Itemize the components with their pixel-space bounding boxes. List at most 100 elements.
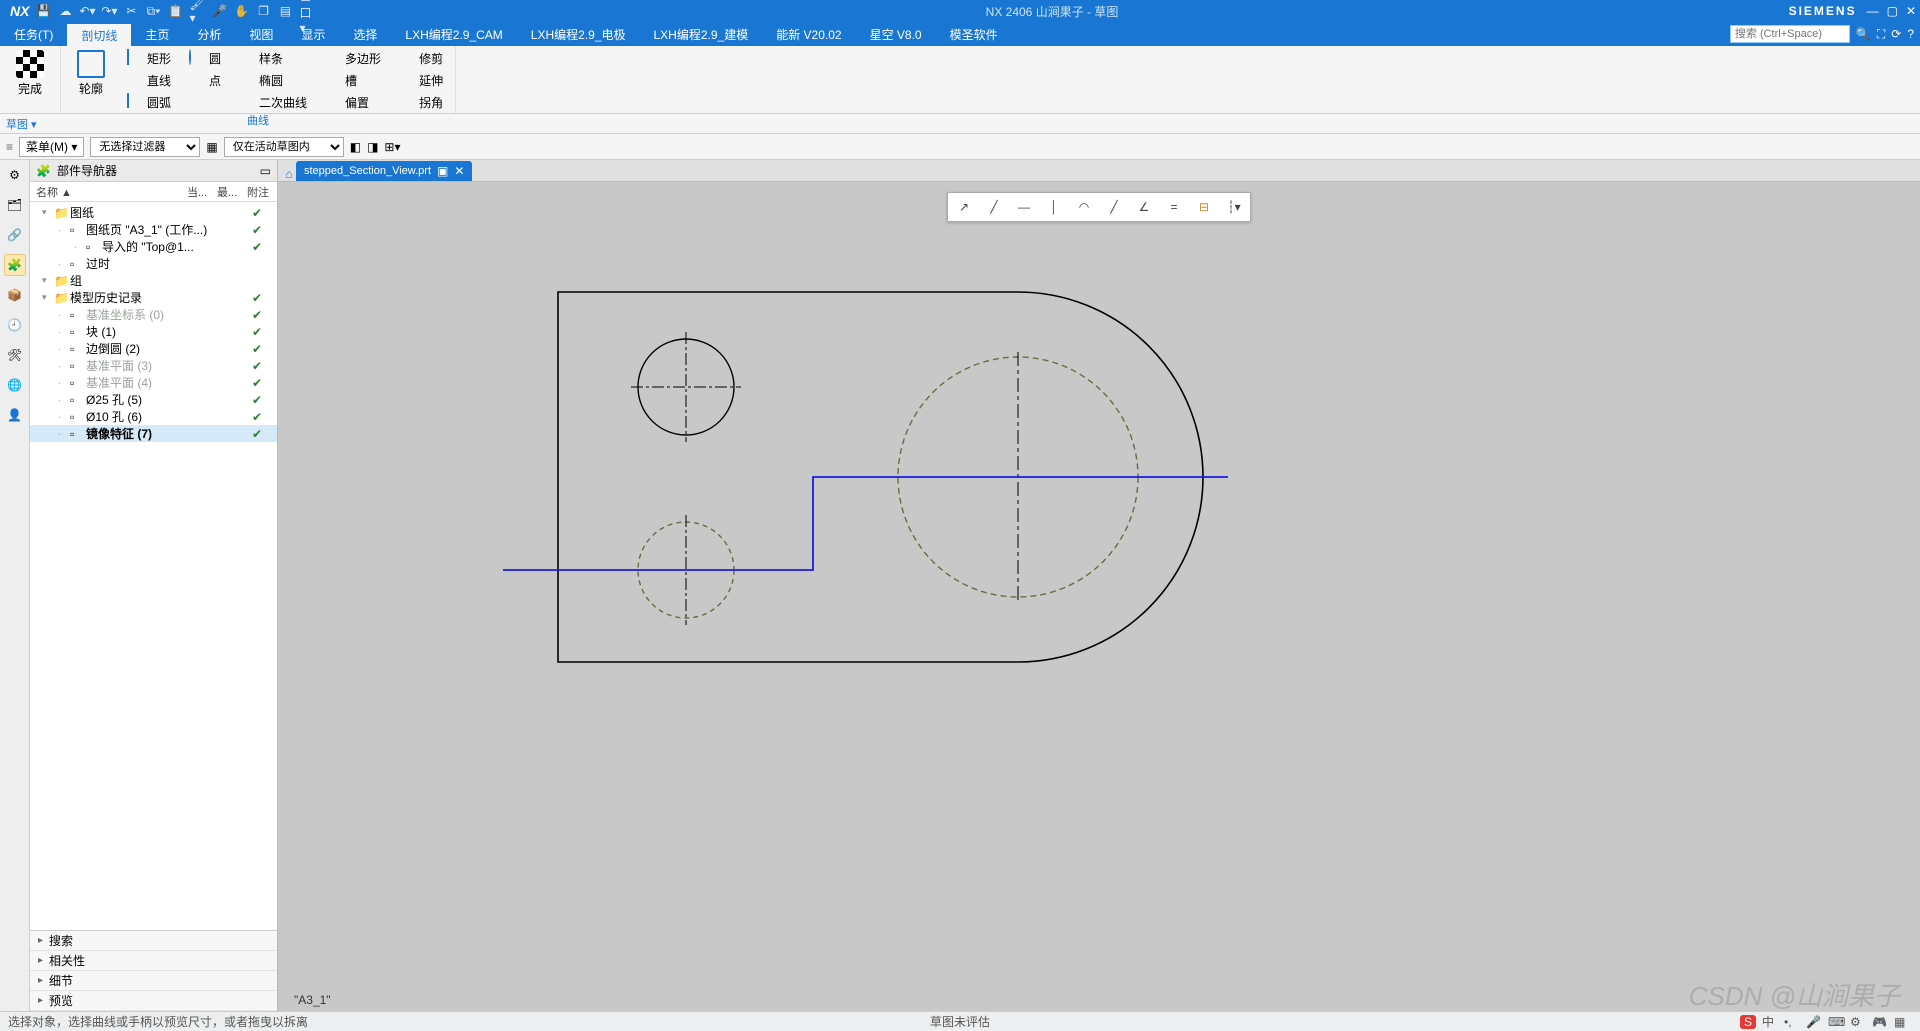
rail-partnav-icon[interactable]: 🧩 [4,254,26,276]
copy-icon[interactable]: ⧉▾ [145,3,161,19]
tree-row[interactable]: ▾📁模型历史记录✔ [30,289,277,306]
minimize-button[interactable]: — [1867,4,1879,18]
col-note[interactable]: 附注 [241,182,277,201]
menu-12[interactable]: 模圣软件 [936,22,1012,46]
tray-kbd-icon[interactable]: ⌨ [1828,1015,1844,1029]
scope-filter-combo[interactable]: 仅在活动草图内 [224,137,344,157]
ribbon-btn-多边形[interactable]: 多边形 [321,48,385,68]
paste-icon[interactable]: 📋 [167,3,183,19]
fullscreen-icon[interactable]: ⛶ [1877,27,1885,42]
tree-row[interactable]: ·▫边倒圆 (2)✔ [30,340,277,357]
ribbon-btn-拐角[interactable]: 拐角 [395,92,447,112]
nav-pin-icon[interactable]: ▭ [260,164,271,178]
menu-6[interactable]: 选择 [339,22,391,46]
menu-3[interactable]: 分析 [183,22,235,46]
tray-mic-icon[interactable]: 🎤 [1806,1015,1822,1029]
tree-row[interactable]: ·▫基准平面 (4)✔ [30,374,277,391]
rail-role-icon[interactable]: 👤 [4,404,26,426]
rail-reuse-icon[interactable]: 📦 [4,284,26,306]
tree-row[interactable]: ·▫图纸页 "A3_1" (工作...)✔ [30,221,277,238]
ribbon-btn-偏置[interactable]: 偏置 [321,92,385,112]
touch-icon[interactable]: ✋ [233,3,249,19]
redo-icon[interactable]: ↷▾ [101,3,117,19]
mic-icon[interactable]: 🎤 [211,3,227,19]
rail-history-icon[interactable]: 🕘 [4,314,26,336]
menu-1[interactable]: 剖切线 [67,22,131,46]
refresh-icon[interactable]: ⟳ [1891,27,1901,41]
brush-icon[interactable]: 🖌▾ [189,3,205,19]
ribbon-btn-[interactable] [185,92,225,112]
tree-row[interactable]: ·▫块 (1)✔ [30,323,277,340]
tab-close-icon[interactable]: ✕ [454,164,464,178]
filter-opt3-icon[interactable]: ⊞▾ [384,140,400,154]
cloud-icon[interactable]: ☁ [57,3,73,19]
ribbon-btn-样条[interactable]: 样条 [235,48,311,68]
tray-game-icon[interactable]: 🎮 [1872,1015,1888,1029]
ribbon-btn-圆[interactable]: 圆 [185,48,225,68]
canvas[interactable]: ↗ ╱ — │ ◠ ╱ ∠ = ⊟ ┆▾ [278,182,1920,1011]
close-button[interactable]: ✕ [1906,4,1916,18]
filter-scope-icon[interactable]: ▦ [206,140,217,154]
rail-tool-icon[interactable]: 🛠 [4,344,26,366]
layout-icon[interactable]: ▤ [277,3,293,19]
cut-icon[interactable]: ✂ [123,3,139,19]
window-dropdown[interactable]: 窗口▾ [299,3,315,19]
search-input[interactable] [1730,25,1850,43]
save-icon[interactable]: 💾 [35,3,51,19]
menu-0[interactable]: 任务(T) [0,22,67,46]
menu-2[interactable]: 主页 [131,22,183,46]
tree-row[interactable]: ·▫导入的 "Top@1...✔ [30,238,277,255]
rail-browser-icon[interactable]: 🌐 [4,374,26,396]
tray-set-icon[interactable]: ⚙ [1850,1015,1866,1029]
filter-opt2-icon[interactable]: ◨ [367,140,378,154]
menu-7[interactable]: LXH编程2.9_CAM [391,22,516,46]
ribbon-btn-直线[interactable]: 直线 [123,70,175,90]
selection-filter-combo[interactable]: 无选择过滤器 [90,137,200,157]
menu-4[interactable]: 视图 [235,22,287,46]
tree-row[interactable]: ·▫Ø25 孔 (5)✔ [30,391,277,408]
undo-icon[interactable]: ↶▾ [79,3,95,19]
ribbon-btn-槽[interactable]: 槽 [321,70,385,90]
tree-row[interactable]: ▾📁图纸✔ [30,204,277,221]
tree-row[interactable]: ·▫Ø10 孔 (6)✔ [30,408,277,425]
tray-lang-icon[interactable]: 中 [1762,1013,1778,1030]
menu-10[interactable]: 能新 V20.02 [762,22,855,46]
ribbon-btn-二次曲线[interactable]: 二次曲线 [235,92,311,112]
tray-punct-icon[interactable]: •, [1784,1015,1800,1029]
tree-row[interactable]: ·▫镜像特征 (7)✔ [30,425,277,442]
ribbon-btn-矩形[interactable]: 矩形 [123,48,175,68]
maximize-button[interactable]: ▢ [1887,4,1898,18]
menu-11[interactable]: 星空 V8.0 [856,22,936,46]
col-current[interactable]: 当... [181,182,211,201]
ime-icon[interactable]: S [1740,1015,1756,1029]
finish-button[interactable]: 完成 [8,48,52,97]
filter-opt1-icon[interactable]: ◧ [350,140,361,154]
col-latest[interactable]: 最... [211,182,241,201]
menu-9[interactable]: LXH编程2.9_建模 [640,22,763,46]
breadcrumb[interactable]: 草图 ▾ [6,116,37,132]
tree-row[interactable]: ·▫基准平面 (3)✔ [30,357,277,374]
menu-8[interactable]: LXH编程2.9_电极 [517,22,640,46]
rail-assembly-icon[interactable]: 🗂 [4,194,26,216]
nav-tree[interactable]: ▾📁图纸✔·▫图纸页 "A3_1" (工作...)✔·▫导入的 "Top@1..… [30,202,277,930]
ribbon-btn-修剪[interactable]: 修剪 [395,48,447,68]
tray-grid-icon[interactable]: ▦ [1894,1015,1910,1029]
accordion-细节[interactable]: 细节 [30,971,277,991]
rail-settings-icon[interactable]: ⚙ [4,164,26,186]
col-name[interactable]: 名称 ▲ [30,182,181,201]
tree-row[interactable]: ·▫过时 [30,255,277,272]
rail-constraint-icon[interactable]: 🔗 [4,224,26,246]
tree-row[interactable]: ·▫基准坐标系 (0)✔ [30,306,277,323]
profile-button[interactable]: 轮廓 [69,48,113,112]
ribbon-btn-点[interactable]: 点 [185,70,225,90]
search-icon[interactable]: 🔍 [1856,27,1871,41]
accordion-预览[interactable]: 预览 [30,991,277,1011]
tree-row[interactable]: ▾📁组 [30,272,277,289]
tab-home-icon[interactable]: ⌂ [282,167,296,181]
accordion-搜索[interactable]: 搜索 [30,931,277,951]
accordion-相关性[interactable]: 相关性 [30,951,277,971]
help-icon[interactable]: ? [1907,27,1914,41]
document-tab[interactable]: stepped_Section_View.prt ▣ ✕ [296,161,472,181]
window-icon[interactable]: ❐ [255,3,271,19]
ribbon-btn-圆弧[interactable]: 圆弧 [123,92,175,112]
